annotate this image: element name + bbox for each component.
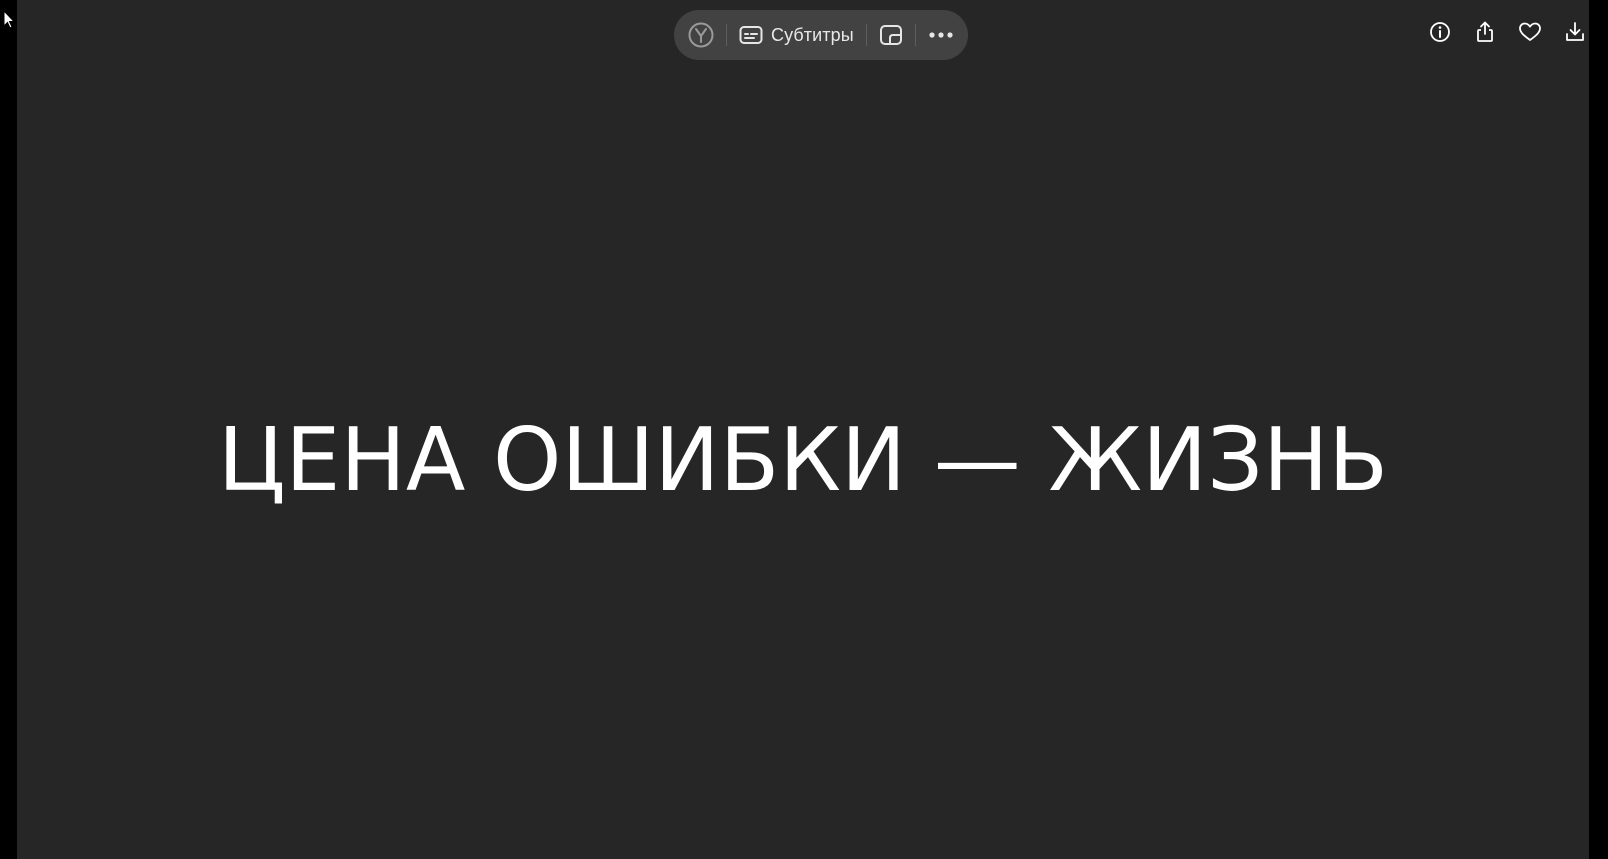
toolbar-divider <box>865 24 867 46</box>
yandex-logo-icon <box>688 22 714 48</box>
subtitles-label: Субтитры <box>771 24 854 45</box>
video-caption-text: ЦЕНА ОШИБКИ — ЖИЗНЬ <box>217 409 1389 511</box>
heart-icon <box>1519 22 1541 41</box>
info-button[interactable] <box>1426 18 1454 46</box>
toolbar-divider <box>914 24 916 46</box>
info-icon <box>1430 22 1450 42</box>
subtitles-icon <box>739 26 763 44</box>
download-icon <box>1566 22 1584 41</box>
picture-in-picture-button[interactable] <box>879 17 903 53</box>
subtitles-button[interactable]: Субтитры <box>739 17 854 53</box>
mouse-cursor-icon <box>3 10 15 29</box>
yandex-logo-button[interactable] <box>688 17 714 53</box>
picture-in-picture-icon <box>879 25 902 45</box>
top-right-actions <box>1409 18 1589 46</box>
more-dots-icon <box>929 32 953 38</box>
download-button[interactable] <box>1561 18 1589 46</box>
share-icon <box>1477 21 1493 42</box>
more-options-button[interactable] <box>928 17 954 53</box>
video-toolbar: Субтитры <box>674 10 968 60</box>
toolbar-divider <box>726 24 727 46</box>
video-player-window: Субтитры ЦЕНА ОШИБКИ — ЖИЗНЬ <box>0 0 1608 859</box>
favorite-button[interactable] <box>1516 18 1544 46</box>
share-button[interactable] <box>1471 18 1499 46</box>
